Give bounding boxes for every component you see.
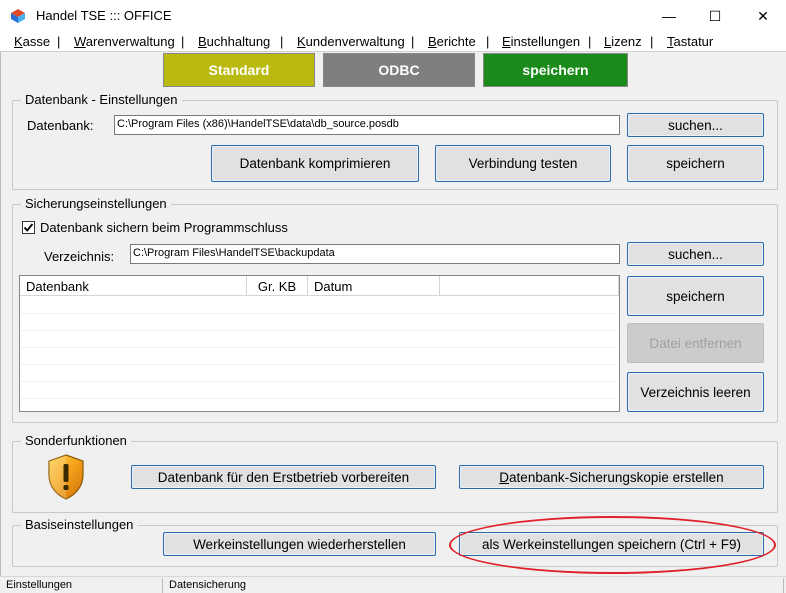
menu-separator: | — [486, 34, 490, 49]
minimize-button[interactable]: — — [646, 0, 692, 32]
menu-einstellungen[interactable]: Einstellungen — [502, 34, 580, 49]
status-panel-backup: Datensicherung — [165, 578, 784, 593]
menu-separator: | — [181, 34, 185, 49]
list-row[interactable] — [21, 297, 618, 314]
column-header-datenbank[interactable]: Datenbank — [20, 276, 247, 296]
menu-tastatur[interactable]: Tastatur — [667, 34, 713, 49]
window-title: Handel TSE ::: OFFICE — [36, 8, 172, 23]
column-header-empty[interactable] — [440, 276, 619, 296]
save-as-factory-button[interactable]: als Werkeinstellungen speichern (Ctrl + … — [459, 532, 764, 556]
backup-settings-title: Sicherungseinstellungen — [21, 196, 171, 211]
backup-save-button[interactable]: speichern — [627, 276, 764, 316]
shield-warning-icon — [46, 453, 86, 501]
list-row[interactable] — [21, 365, 618, 382]
db-path-label: Datenbank: — [27, 118, 94, 133]
backup-on-exit-checkbox[interactable] — [22, 221, 35, 234]
test-connection-button[interactable]: Verbindung testen — [435, 145, 611, 182]
top-save-button[interactable]: speichern — [483, 53, 628, 87]
menu-lizenz[interactable]: Lizenz — [604, 34, 642, 49]
restore-factory-button[interactable]: Werkeinstellungen wiederherstellen — [163, 532, 436, 556]
list-row[interactable] — [21, 348, 618, 365]
checkmark-icon — [23, 223, 34, 232]
compress-db-button[interactable]: Datenbank komprimieren — [211, 145, 419, 182]
status-bar: Einstellungen Datensicherung — [0, 576, 786, 593]
db-path-input[interactable]: C:\Program Files (x86)\HandelTSE\data\db… — [114, 115, 620, 135]
column-header-size[interactable]: Gr. KB — [247, 276, 308, 296]
basic-settings-title: Basiseinstellungen — [21, 517, 138, 532]
menu-kundenverwaltung[interactable]: Kundenverwaltung — [297, 34, 405, 49]
create-backup-copy-button[interactable]: Datenbank-Sicherungskopie erstellen — [459, 465, 764, 489]
backup-dir-input[interactable]: C:\Program Files\HandelTSE\backupdata — [130, 244, 620, 264]
menu-separator: | — [57, 34, 61, 49]
odbc-button[interactable]: ODBC — [323, 53, 475, 87]
list-row[interactable] — [21, 314, 618, 331]
maximize-button[interactable]: ☐ — [692, 0, 738, 32]
db-save-button[interactable]: speichern — [627, 145, 764, 182]
clear-directory-button[interactable]: Verzeichnis leeren — [627, 372, 764, 412]
column-header-datum[interactable]: Datum — [308, 276, 440, 296]
menu-warenverwaltung[interactable]: Warenverwaltung — [74, 34, 175, 49]
menu-separator: | — [588, 34, 592, 49]
menu-berichte[interactable]: Berichte — [428, 34, 476, 49]
backup-dir-label: Verzeichnis: — [44, 249, 115, 264]
list-row[interactable] — [21, 382, 618, 399]
prepare-first-run-button[interactable]: Datenbank für den Erstbetrieb vorbereite… — [131, 465, 436, 489]
menu-separator: | — [280, 34, 284, 49]
status-panel-settings: Einstellungen — [2, 578, 163, 593]
menu-separator: | — [650, 34, 654, 49]
backup-search-button[interactable]: suchen... — [627, 242, 764, 266]
list-row[interactable] — [21, 331, 618, 348]
standard-button[interactable]: Standard — [163, 53, 315, 87]
backup-list[interactable]: Datenbank Gr. KB Datum — [19, 275, 620, 412]
close-button[interactable]: ✕ — [740, 0, 786, 32]
title-bar: Handel TSE ::: OFFICE — ☐ ✕ — [0, 0, 786, 32]
special-functions-title: Sonderfunktionen — [21, 433, 131, 448]
menu-kasse[interactable]: Kasse — [14, 34, 50, 49]
remove-file-button[interactable]: Datei entfernen — [627, 323, 764, 363]
backup-on-exit-label: Datenbank sichern beim Programmschluss — [40, 220, 288, 235]
db-settings-title: Datenbank - Einstellungen — [21, 92, 182, 107]
menu-buchhaltung[interactable]: Buchhaltung — [198, 34, 270, 49]
db-search-button[interactable]: suchen... — [627, 113, 764, 137]
app-icon — [10, 8, 26, 24]
menu-separator: | — [411, 34, 415, 49]
menu-bar: Kasse | Warenverwaltung | Buchhaltung | … — [0, 32, 786, 52]
